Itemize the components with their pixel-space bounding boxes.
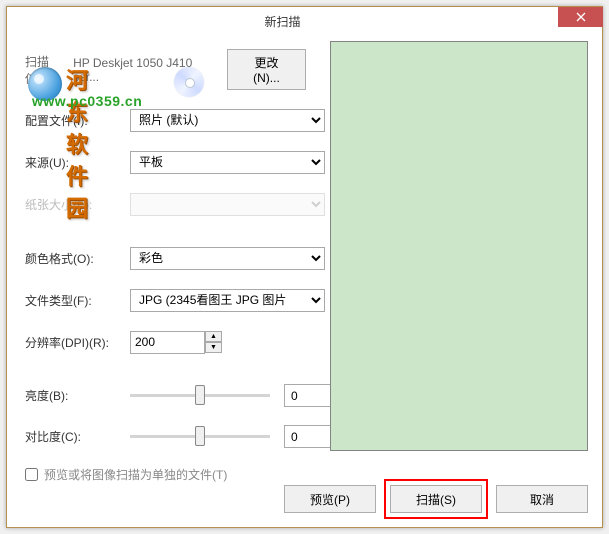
titlebar: 新扫描 (7, 7, 602, 35)
window-title: 新扫描 (7, 13, 558, 30)
dpi-up-button[interactable]: ▲ (205, 331, 222, 342)
preview-button[interactable]: 预览(P) (284, 485, 376, 513)
profile-select[interactable]: 照片 (默认) (130, 109, 325, 132)
dpi-down-button[interactable]: ▼ (205, 342, 222, 353)
brightness-label: 亮度(B): (25, 387, 130, 404)
file-type-select[interactable]: JPG (2345看图王 JPG 图片 (130, 289, 325, 312)
color-format-label: 颜色格式(O): (25, 250, 130, 267)
source-label: 来源(U): (25, 154, 130, 171)
scanner-label: 扫描仪: (25, 53, 63, 87)
watermark-url: www.pc0359.cn (32, 93, 142, 109)
change-scanner-button[interactable]: 更改(N)... (227, 49, 306, 90)
profile-label: 配置文件(I): (25, 112, 130, 129)
file-type-label: 文件类型(F): (25, 292, 130, 309)
color-format-select[interactable]: 彩色 (130, 247, 325, 270)
source-select[interactable]: 平板 (130, 151, 325, 174)
dialog-content: 河东软件园 www.pc0359.cn 扫描仪: HP Deskjet 1050… (7, 35, 602, 527)
cancel-button[interactable]: 取消 (496, 485, 588, 513)
paper-size-label: 纸张大小(E): (25, 196, 130, 213)
scan-dialog: 新扫描 河东软件园 www.pc0359.cn 扫描仪: HP Deskjet … (6, 6, 603, 528)
button-bar: 预览(P) 扫描(S) 取消 (284, 485, 588, 513)
dpi-input[interactable] (130, 331, 205, 354)
brightness-slider[interactable] (130, 394, 270, 397)
dpi-label: 分辨率(DPI)(R): (25, 334, 130, 351)
preview-panel (330, 41, 588, 451)
dpi-spinner: ▲ ▼ (205, 331, 222, 353)
close-icon (576, 12, 586, 22)
paper-size-select (130, 193, 325, 216)
separate-files-row: 预览或将图像扫描为单独的文件(T) (25, 466, 584, 483)
close-button[interactable] (558, 7, 603, 27)
contrast-thumb[interactable] (195, 426, 205, 446)
contrast-slider[interactable] (130, 435, 270, 438)
separate-files-checkbox[interactable] (25, 468, 38, 481)
scanner-name: HP Deskjet 1050 J410 ser... (73, 56, 217, 84)
brightness-thumb[interactable] (195, 385, 205, 405)
contrast-label: 对比度(C): (25, 428, 130, 445)
scan-button[interactable]: 扫描(S) (390, 485, 482, 513)
separate-files-label: 预览或将图像扫描为单独的文件(T) (44, 466, 227, 483)
